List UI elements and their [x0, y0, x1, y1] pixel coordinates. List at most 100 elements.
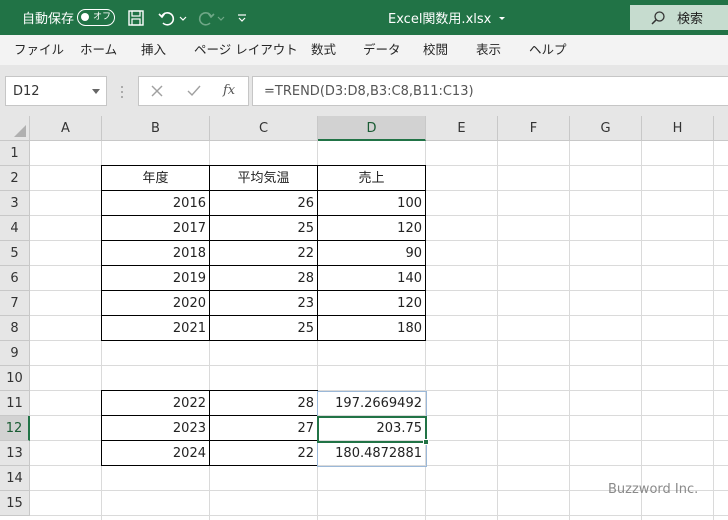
table-cell[interactable]: 90	[317, 240, 426, 266]
name-box-dropdown-icon[interactable]	[92, 89, 100, 94]
select-all-triangle	[14, 125, 26, 137]
fill-handle[interactable]	[423, 439, 429, 445]
table-cell[interactable]: 2019	[101, 265, 210, 291]
gridline	[30, 365, 728, 366]
row-header-9[interactable]: 9	[0, 341, 30, 366]
autosave-state: オフ	[93, 12, 112, 22]
table-cell[interactable]: 180	[317, 315, 426, 341]
forecast-cell[interactable]: 2023	[101, 415, 210, 441]
insert-function-icon[interactable]: fx	[223, 83, 235, 98]
search-label: 検索	[677, 12, 704, 27]
save-icon[interactable]	[126, 8, 146, 28]
tab-home[interactable]: ホーム	[80, 35, 117, 65]
col-header-g[interactable]: G	[570, 116, 642, 141]
header-cell-avg-temp[interactable]: 平均気温	[209, 165, 318, 191]
row-header-8[interactable]: 8	[0, 316, 30, 341]
table-cell[interactable]: 26	[209, 190, 318, 216]
select-all-corner[interactable]	[0, 116, 30, 141]
row-header-15[interactable]: 15	[0, 491, 30, 516]
autosave-toggle[interactable]: オフ	[77, 9, 115, 26]
forecast-cell[interactable]: 2024	[101, 440, 210, 466]
forecast-result-cell[interactable]: 197.2669492	[318, 391, 425, 416]
more-dots-icon	[121, 86, 123, 98]
cancel-icon[interactable]	[151, 85, 163, 97]
forecast-cell[interactable]: 27	[209, 415, 318, 441]
table-cell[interactable]: 2021	[101, 315, 210, 341]
forecast-cell[interactable]: 2022	[101, 390, 210, 416]
tab-insert[interactable]: 挿入	[141, 35, 166, 65]
tab-help[interactable]: ヘルプ	[529, 35, 567, 65]
forecast-cell[interactable]: 28	[209, 390, 318, 416]
row-header-10[interactable]: 10	[0, 366, 30, 391]
col-header-e[interactable]: E	[426, 116, 498, 141]
row-header-2[interactable]: 2	[0, 166, 30, 191]
col-header-a[interactable]: A	[30, 116, 102, 141]
forecast-cell[interactable]: 22	[209, 440, 318, 466]
undo-dropdown-icon[interactable]	[178, 8, 188, 28]
col-header-b[interactable]: B	[102, 116, 210, 141]
gridline	[569, 141, 570, 520]
tab-data[interactable]: データ	[363, 35, 401, 65]
customize-toolbar-icon[interactable]	[236, 8, 248, 28]
col-header-c[interactable]: C	[210, 116, 318, 141]
search-box[interactable]: 検索	[630, 5, 728, 30]
formula-text: =TREND(D3:D8,B3:C8,B11:C13)	[264, 84, 474, 99]
header-cell-year[interactable]: 年度	[101, 165, 210, 191]
row-header-7[interactable]: 7	[0, 291, 30, 316]
table-cell[interactable]: 120	[317, 290, 426, 316]
worksheet-grid[interactable]: A B C D E F G H 1 2 3 4 5 6 7 8 9 10 11 …	[0, 116, 728, 520]
table-cell[interactable]: 2016	[101, 190, 210, 216]
tab-formulas[interactable]: 数式	[311, 35, 336, 65]
forecast-result-cell[interactable]: 203.75	[318, 416, 425, 441]
col-header-i[interactable]	[714, 116, 728, 141]
table-cell[interactable]: 120	[317, 215, 426, 241]
gridline	[497, 141, 498, 520]
tab-file[interactable]: ファイル	[14, 35, 64, 65]
redo-icon[interactable]	[196, 8, 216, 28]
table-cell[interactable]: 25	[209, 315, 318, 341]
filename: Excel関数用.xlsx	[388, 12, 492, 27]
title-dropdown-icon	[499, 16, 506, 20]
table-cell[interactable]: 140	[317, 265, 426, 291]
search-icon	[651, 11, 665, 25]
table-cell[interactable]: 100	[317, 190, 426, 216]
row-header-3[interactable]: 3	[0, 191, 30, 216]
table-cell[interactable]: 25	[209, 215, 318, 241]
tab-view[interactable]: 表示	[476, 35, 501, 65]
row-header-5[interactable]: 5	[0, 241, 30, 266]
col-header-f[interactable]: F	[498, 116, 570, 141]
gridline	[641, 141, 642, 520]
table-cell[interactable]: 22	[209, 240, 318, 266]
watermark: Buzzword Inc.	[608, 482, 699, 497]
header-cell-sales[interactable]: 売上	[317, 165, 426, 191]
enter-icon[interactable]	[187, 85, 201, 97]
gridline	[30, 515, 728, 516]
row-header-11[interactable]: 11	[0, 391, 30, 416]
row-header-12[interactable]: 12	[0, 416, 30, 441]
redo-dropdown-icon[interactable]	[216, 8, 226, 28]
row-header-6[interactable]: 6	[0, 266, 30, 291]
name-box-value: D12	[13, 84, 40, 99]
table-cell[interactable]: 2018	[101, 240, 210, 266]
row-header-4[interactable]: 4	[0, 216, 30, 241]
table-cell[interactable]: 2020	[101, 290, 210, 316]
name-box[interactable]: D12	[5, 76, 107, 106]
document-title[interactable]: Excel関数用.xlsx	[388, 0, 507, 35]
col-header-h[interactable]: H	[642, 116, 714, 141]
ribbon-gap	[0, 65, 728, 74]
formula-bar: D12 fx =TREND(D3:D8,B3:C8,B11:C13)	[0, 74, 728, 110]
row-header-1[interactable]: 1	[0, 141, 30, 166]
formula-input[interactable]: =TREND(D3:D8,B3:C8,B11:C13)	[252, 76, 728, 106]
table-cell[interactable]: 23	[209, 290, 318, 316]
forecast-result-cell[interactable]: 180.4872881	[318, 441, 425, 466]
tab-page-layout[interactable]: ページ レイアウト	[194, 35, 298, 65]
col-header-d[interactable]: D	[318, 116, 426, 141]
title-bar: 自動保存 オフ Excel関数用.xlsx 検索	[0, 0, 728, 35]
table-cell[interactable]: 28	[209, 265, 318, 291]
row-header-14[interactable]: 14	[0, 466, 30, 491]
undo-icon[interactable]	[157, 8, 177, 28]
tab-review[interactable]: 校閲	[423, 35, 448, 65]
ribbon-tabs: ファイル ホーム 挿入 ページ レイアウト 数式 データ 校閲 表示 ヘルプ	[0, 35, 728, 65]
row-header-13[interactable]: 13	[0, 441, 30, 466]
table-cell[interactable]: 2017	[101, 215, 210, 241]
